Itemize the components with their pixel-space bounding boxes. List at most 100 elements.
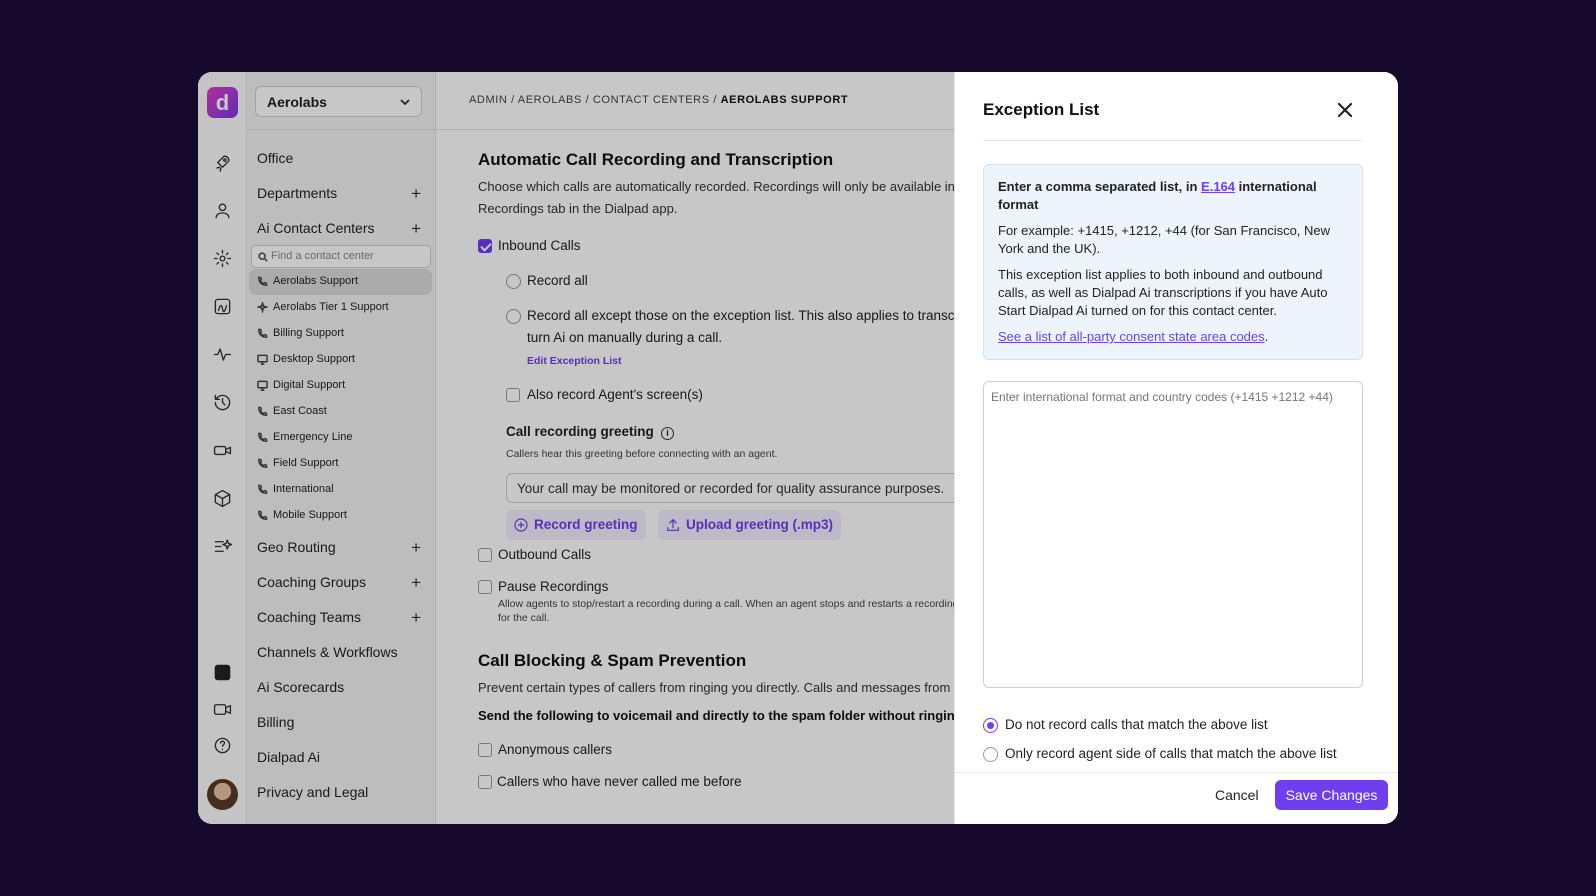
plus-icon[interactable]: + (411, 219, 421, 239)
example-text: For example: +1415, +1212, +44 (for San … (998, 223, 1331, 256)
phone-icon (257, 276, 268, 287)
greeting-desc: Callers hear this greeting before connec… (506, 448, 778, 460)
recording-section-title: Automatic Call Recording and Transcripti… (478, 150, 834, 169)
info-icon[interactable]: i (661, 427, 674, 440)
history-icon[interactable] (211, 391, 233, 413)
recording-desc-line-1: Choose which calls are automatically rec… (478, 179, 977, 194)
dialpad-app-icon[interactable] (211, 661, 233, 683)
plus-circle-icon (514, 518, 528, 532)
save-changes-button[interactable]: Save Changes (1275, 780, 1388, 810)
cancel-button[interactable]: Cancel (1211, 780, 1263, 810)
dialpad-logo-icon[interactable]: d (207, 87, 238, 118)
pause-desc-line-1: Allow agents to stop/restart a recording… (498, 598, 959, 610)
breadcrumb-current: AEROLABS SUPPORT (720, 94, 849, 106)
phone-icon (257, 328, 268, 339)
org-selector[interactable]: Aerolabs (255, 86, 422, 117)
help-icon[interactable] (211, 734, 233, 756)
upload-greeting-button[interactable]: Upload greeting (.mp3) (658, 510, 842, 540)
contact-center-item[interactable]: Aerolabs Tier 1 Support (247, 295, 436, 321)
ai-list-icon[interactable] (211, 535, 233, 557)
contact-center-label: International (273, 483, 334, 495)
contact-center-item[interactable]: Field Support (247, 451, 436, 477)
inbound-calls-label: Inbound Calls (498, 238, 581, 253)
record-all-label: Record all (527, 273, 588, 288)
search-icon (258, 252, 268, 262)
greeting-title: Call recording greeting (506, 424, 654, 439)
activity-icon[interactable] (211, 343, 233, 365)
blocking-bold-desc: Send the following to voicemail and dire… (478, 708, 963, 723)
greeting-input[interactable]: Your call may be monitored or recorded f… (506, 473, 976, 503)
contact-center-item[interactable]: East Coast (247, 399, 436, 425)
plus-icon[interactable]: + (411, 184, 421, 204)
anonymous-callers-checkbox[interactable] (478, 743, 492, 757)
contact-center-item[interactable]: Emergency Line (247, 425, 436, 451)
record-screens-checkbox[interactable] (506, 388, 520, 402)
edit-exception-list-link[interactable]: Edit Exception List (527, 355, 622, 367)
rocket-icon[interactable] (211, 151, 233, 173)
outbound-calls-checkbox[interactable] (478, 548, 492, 562)
nav-divider (247, 129, 436, 130)
nav-item-departments[interactable]: Departments + (257, 184, 427, 205)
pause-recordings-checkbox[interactable] (478, 580, 492, 594)
close-button[interactable] (1333, 98, 1357, 122)
info-box: Enter a comma separated list, in E.164 i… (983, 164, 1363, 360)
nav-item-ai-contact-centers[interactable]: Ai Contact Centers + (257, 219, 427, 240)
analytics-icon[interactable] (211, 295, 233, 317)
video-icon[interactable] (211, 698, 233, 720)
applies-text: This exception list applies to both inbo… (998, 267, 1328, 318)
record-screens-label: Also record Agent's screen(s) (527, 387, 703, 402)
contact-center-item[interactable]: Desktop Support (247, 347, 436, 373)
app-window: d Aerolabs Office Departments + Ai Contac… (198, 72, 1398, 824)
exception-list-textarea[interactable] (983, 381, 1363, 688)
inbound-calls-checkbox[interactable] (478, 239, 492, 253)
record-greeting-button[interactable]: Record greeting (506, 510, 646, 540)
nav-item-privacy-legal[interactable]: Privacy and Legal (257, 784, 427, 804)
plus-icon[interactable]: + (411, 608, 421, 628)
plus-icon[interactable]: + (411, 538, 421, 558)
panel-title: Exception List (983, 100, 1100, 119)
contact-center-search-input[interactable]: Find a contact center (251, 245, 431, 268)
e164-link[interactable]: E.164 (1201, 179, 1235, 194)
nav-item-geo-routing[interactable]: Geo Routing + (257, 538, 427, 559)
record-except-label-line-2: turn Ai on manually during a call. (527, 330, 723, 345)
contact-center-item[interactable]: International (247, 477, 436, 503)
breadcrumb-path[interactable]: ADMIN / AEROLABS / CONTACT CENTERS / (469, 94, 721, 106)
contact-center-item[interactable]: Mobile Support (247, 503, 436, 529)
nav-item-office[interactable]: Office (257, 150, 427, 170)
nav-item-billing[interactable]: Billing (257, 714, 427, 734)
pause-desc-line-2: for the call. (498, 612, 550, 624)
record-except-radio[interactable] (506, 309, 521, 324)
nav-item-channels-workflows[interactable]: Channels & Workflows (257, 644, 427, 664)
avatar[interactable] (207, 779, 238, 810)
consent-link[interactable]: See a list of all-party consent state ar… (998, 329, 1265, 344)
contact-center-item[interactable]: Digital Support (247, 373, 436, 399)
agent-side-radio[interactable] (983, 747, 998, 762)
nav-item-dialpad-ai[interactable]: Dialpad Ai (257, 749, 427, 769)
contact-center-item[interactable]: Aerolabs Support (249, 269, 432, 295)
phone-icon (257, 484, 268, 495)
do-not-record-radio[interactable] (983, 718, 998, 733)
nav-item-ai-scorecards[interactable]: Ai Scorecards (257, 679, 427, 699)
contact-center-label: Desktop Support (273, 353, 355, 365)
nav-item-coaching-groups[interactable]: Coaching Groups + (257, 573, 427, 594)
breadcrumb: ADMIN / AEROLABS / CONTACT CENTERS / AER… (469, 94, 848, 106)
record-all-radio[interactable] (506, 274, 521, 289)
blocking-desc: Prevent certain types of callers from ri… (478, 680, 1027, 695)
contact-center-label: Billing Support (273, 327, 344, 339)
user-icon[interactable] (211, 199, 233, 221)
nav-item-coaching-teams[interactable]: Coaching Teams + (257, 608, 427, 629)
do-not-record-label: Do not record calls that match the above… (1005, 717, 1268, 732)
org-selector-value: Aerolabs (267, 94, 327, 110)
recording-desc-line-2: Recordings tab in the Dialpad app. (478, 201, 678, 216)
plus-icon[interactable]: + (411, 573, 421, 593)
admin-nav: Aerolabs Office Departments + Ai Contact … (247, 72, 436, 824)
upload-icon (667, 519, 679, 531)
exception-list-panel: Exception List Enter a comma separated l… (954, 72, 1398, 824)
footer-divider (955, 772, 1398, 773)
panel-divider (983, 140, 1363, 141)
contact-center-item[interactable]: Billing Support (247, 321, 436, 347)
cube-icon[interactable] (211, 487, 233, 509)
camera-icon[interactable] (211, 439, 233, 461)
gear-icon[interactable] (211, 247, 233, 269)
never-called-checkbox[interactable] (478, 775, 492, 789)
